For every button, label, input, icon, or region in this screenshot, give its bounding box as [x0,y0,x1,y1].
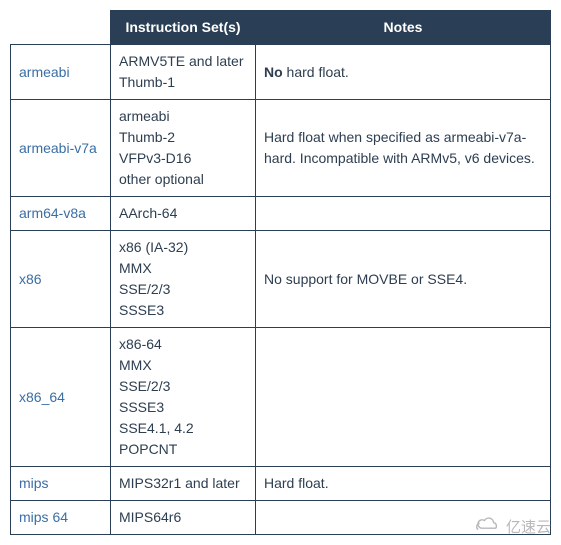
instruction-set-line: MMX [119,258,247,279]
instruction-set-line: POPCNT [119,439,247,460]
instruction-set-cell: MIPS64r6 [111,501,256,535]
instruction-set-cell: x86-64MMXSSE/2/3SSSE3SSE4.1, 4.2POPCNT [111,328,256,467]
notes-cell: Hard float when specified as armeabi-v7a… [256,100,551,197]
notes-cell [256,197,551,231]
abi-table: Instruction Set(s) Notes armeabi ARMV5TE … [10,10,551,535]
table-row: arm64-v8a AArch-64 [11,197,551,231]
table-row: armeabiARMV5TE and laterThumb-1No hard f… [11,45,551,100]
abi-link[interactable]: mips [19,475,49,491]
abi-link[interactable]: armeabi [19,64,70,80]
table-row: mips 64 MIPS64r6 [11,501,551,535]
abi-cell: mips 64 [11,501,111,535]
col-header-abi [11,11,111,45]
notes-cell: Hard float. [256,467,551,501]
col-header-instruction-set: Instruction Set(s) [111,11,256,45]
notes-text: No support for MOVBE or SSE4. [264,271,467,287]
notes-cell: No hard float. [256,45,551,100]
watermark-text: 亿速云 [506,516,551,537]
notes-text: Hard float when specified as armeabi-v7a… [264,129,535,166]
abi-cell: arm64-v8a [11,197,111,231]
instruction-set-line: x86-64 [119,334,247,355]
instruction-set-line: MIPS32r1 and later [119,473,247,494]
abi-cell: x86_64 [11,328,111,467]
instruction-set-cell: ARMV5TE and laterThumb-1 [111,45,256,100]
notes-text: Hard float. [264,475,329,491]
instruction-set-line: MIPS64r6 [119,507,247,528]
instruction-set-cell: MIPS32r1 and later [111,467,256,501]
instruction-set-line: VFPv3-D16 [119,148,247,169]
table-row: mips MIPS32r1 and later Hard float. [11,467,551,501]
abi-link[interactable]: x86_64 [19,389,65,405]
instruction-set-cell: AArch-64 [111,197,256,231]
cloud-icon [474,515,502,537]
table-row: x86_64 x86-64MMXSSE/2/3SSSE3SSE4.1, 4.2PO… [11,328,551,467]
col-header-notes: Notes [256,11,551,45]
instruction-set-line: MMX [119,355,247,376]
instruction-set-line: SSE/2/3 [119,376,247,397]
instruction-set-line: SSE/2/3 [119,279,247,300]
instruction-set-line: armeabi [119,106,247,127]
abi-link[interactable]: arm64-v8a [19,205,86,221]
instruction-set-line: SSSE3 [119,397,247,418]
abi-link[interactable]: x86 [19,271,42,287]
notes-bold: No [264,64,283,80]
notes-cell [256,328,551,467]
instruction-set-line: x86 (IA-32) [119,237,247,258]
instruction-set-line: ARMV5TE and later [119,51,247,72]
abi-cell: mips [11,467,111,501]
abi-cell: armeabi [11,45,111,100]
abi-link[interactable]: mips 64 [19,509,68,525]
abi-link[interactable]: armeabi-v7a [19,140,97,156]
instruction-set-cell: x86 (IA-32)MMXSSE/2/3SSSE3 [111,231,256,328]
instruction-set-line: other optional [119,169,247,190]
watermark: 亿速云 [474,515,551,537]
instruction-set-cell: armeabiThumb-2VFPv3-D16other optional [111,100,256,197]
table-header-row: Instruction Set(s) Notes [11,11,551,45]
table-row: armeabi-v7a armeabiThumb-2VFPv3-D16other … [11,100,551,197]
instruction-set-line: SSE4.1, 4.2 [119,418,247,439]
instruction-set-line: Thumb-1 [119,72,247,93]
notes-text: hard float. [283,64,349,80]
abi-cell: armeabi-v7a [11,100,111,197]
instruction-set-line: SSSE3 [119,300,247,321]
instruction-set-line: Thumb-2 [119,127,247,148]
instruction-set-line: AArch-64 [119,203,247,224]
notes-cell: No support for MOVBE or SSE4. [256,231,551,328]
table-row: x86 x86 (IA-32)MMXSSE/2/3SSSE3 No support … [11,231,551,328]
abi-cell: x86 [11,231,111,328]
